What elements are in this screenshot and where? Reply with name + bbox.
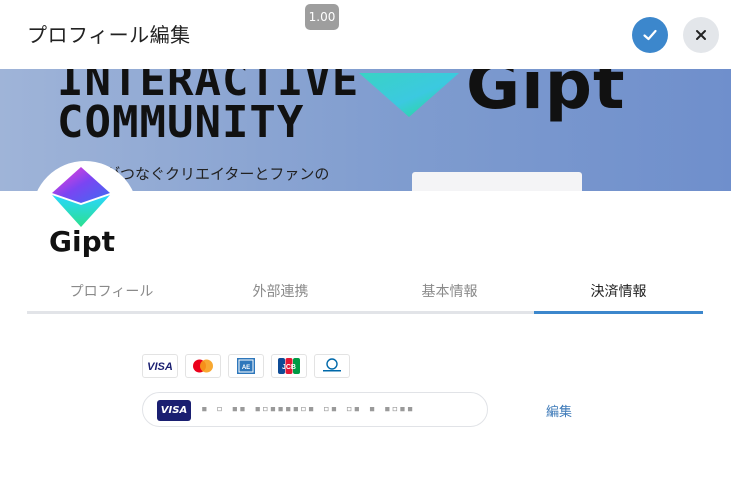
tab-payment-info[interactable]: 決済情報 <box>534 274 703 314</box>
check-icon <box>643 29 657 41</box>
avatar-logo-text: Gipt <box>49 225 116 258</box>
banner-logo-text: Gipt <box>466 69 626 124</box>
confirm-button[interactable] <box>632 17 668 53</box>
tab-active-indicator <box>534 311 703 314</box>
profile-tabs: プロフィール 外部連携 基本情報 決済情報 <box>27 274 703 314</box>
svg-text:JCB: JCB <box>282 364 296 371</box>
svg-text:VISA: VISA <box>147 361 173 372</box>
edit-card-link[interactable]: 編集 <box>546 401 572 420</box>
tab-profile[interactable]: プロフィール <box>27 274 196 314</box>
registered-card-field: VISA ▪ ▫ ▪▪ ▪▫▪▪▪▪▫▪ ▫▪ ▫▪ ▪ ▪▫▪▪ <box>142 392 488 427</box>
modal-header: プロフィール編集 1.00 <box>0 0 731 69</box>
avatar[interactable]: Gipt <box>32 161 138 267</box>
jcb-icon: JCB <box>271 354 307 378</box>
diners-club-icon <box>314 354 350 378</box>
card-brand-badge: VISA <box>157 400 191 421</box>
gipt-logo-icon <box>52 167 110 227</box>
visa-icon: VISA <box>142 354 178 378</box>
page-title: プロフィール編集 <box>27 23 191 47</box>
close-icon <box>696 30 706 40</box>
zoom-badge: 1.00 <box>305 4 339 30</box>
banner-headline-2: COMMUNITY <box>57 97 305 148</box>
mastercard-icon <box>185 354 221 378</box>
amex-icon: AE <box>228 354 264 378</box>
tab-external-links[interactable]: 外部連携 <box>196 274 365 314</box>
banner-decoration <box>412 172 582 191</box>
card-number-masked: ▪ ▫ ▪▪ ▪▫▪▪▪▪▫▪ ▫▪ ▫▪ ▪ ▪▫▪▪ <box>201 402 415 415</box>
tab-basic-info[interactable]: 基本情報 <box>365 274 534 314</box>
svg-text:AE: AE <box>242 365 250 371</box>
close-button[interactable] <box>683 17 719 53</box>
gipt-gem-icon <box>359 73 459 117</box>
